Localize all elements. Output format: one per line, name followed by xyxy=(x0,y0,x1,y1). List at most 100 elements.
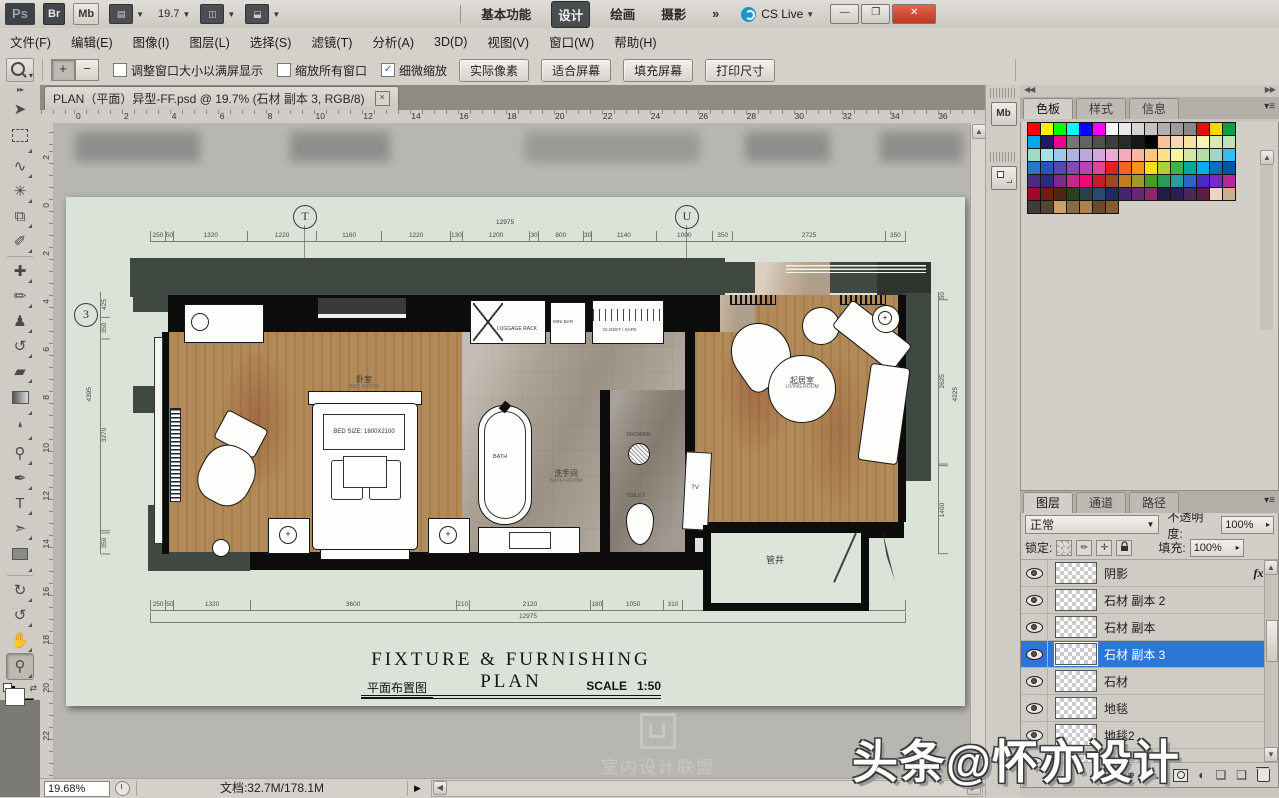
panel-menu-icon[interactable]: ▾≡ xyxy=(1264,495,1275,506)
swatch[interactable] xyxy=(1196,122,1210,136)
checkbox-box[interactable] xyxy=(277,63,291,77)
swatch[interactable] xyxy=(1118,135,1132,149)
menu-帮助[interactable]: 帮助(H) xyxy=(604,28,666,55)
scrollbar-thumb[interactable] xyxy=(1266,620,1278,662)
swatch[interactable] xyxy=(1092,148,1106,162)
swatch[interactable] xyxy=(1066,200,1080,214)
status-zoom-field[interactable]: 19.68% xyxy=(44,781,110,797)
swatch[interactable] xyxy=(1222,161,1236,175)
layer-thumbnail[interactable] xyxy=(1055,643,1097,665)
swatch[interactable] xyxy=(1170,122,1184,136)
swatch[interactable] xyxy=(1209,135,1223,149)
workspace-tab-设计[interactable]: 设计 xyxy=(551,1,590,28)
swatch[interactable] xyxy=(1092,174,1106,188)
menu-文件[interactable]: 文件(F) xyxy=(0,28,61,55)
swatch[interactable] xyxy=(1144,161,1158,175)
rectangular-marquee-tool[interactable] xyxy=(7,129,33,154)
status-popup-arrow[interactable]: ▶ xyxy=(414,783,421,794)
healing-brush-tool[interactable]: ✚ xyxy=(7,259,33,284)
scroll-up-icon[interactable]: ▲ xyxy=(1260,150,1274,165)
button-适合屏幕[interactable]: 适合屏幕 xyxy=(541,59,611,82)
menu-图像[interactable]: 图像(I) xyxy=(123,28,180,55)
swatch[interactable] xyxy=(1079,122,1093,136)
swatch[interactable] xyxy=(1157,174,1171,188)
swatch[interactable] xyxy=(1053,148,1067,162)
swatch[interactable] xyxy=(1131,148,1145,162)
swatch[interactable] xyxy=(1144,135,1158,149)
menu-滤镜[interactable]: 滤镜(T) xyxy=(301,28,362,55)
mini-bridge-panel-icon[interactable]: Mb xyxy=(991,102,1017,126)
swatch[interactable] xyxy=(1183,135,1197,149)
visibility-cell[interactable] xyxy=(1021,587,1048,613)
history-brush-tool[interactable]: ↺ xyxy=(7,334,33,359)
swatches-scrollbar[interactable]: ▲ xyxy=(1260,150,1273,330)
floor-plan-document[interactable]: T U 3 12975 2505013201220116012201301200… xyxy=(66,197,965,706)
swatch[interactable] xyxy=(1053,135,1067,149)
workspace-tab-基本功能[interactable]: 基本功能 xyxy=(475,1,537,28)
opacity-field[interactable]: 100%▸ xyxy=(1221,516,1274,534)
tab-样式[interactable]: 样式 xyxy=(1076,98,1126,119)
swatch[interactable] xyxy=(1222,174,1236,188)
view-extras-icon[interactable]: ▤ xyxy=(109,4,133,24)
swatch[interactable] xyxy=(1079,174,1093,188)
bridge-button[interactable]: Br xyxy=(43,3,65,25)
swatch[interactable] xyxy=(1105,161,1119,175)
eye-icon[interactable] xyxy=(1026,649,1043,660)
document-tab[interactable]: PLAN（平面）异型-FF.psd @ 19.7% (石材 副本 3, RGB/… xyxy=(44,86,399,110)
type-tool[interactable]: T xyxy=(7,491,33,516)
button-打印尺寸[interactable]: 打印尺寸 xyxy=(705,59,775,82)
eye-icon[interactable] xyxy=(1026,568,1043,579)
menu-3D[interactable]: 3D(D) xyxy=(424,31,477,53)
swatch[interactable] xyxy=(1183,161,1197,175)
foreground-color-swatch[interactable] xyxy=(5,688,25,706)
swatch[interactable] xyxy=(1079,135,1093,149)
swatch[interactable] xyxy=(1092,135,1106,149)
checkbox-细微缩放[interactable]: ✓细微缩放 xyxy=(381,62,447,79)
close-button[interactable]: ✕ xyxy=(892,4,936,24)
eye-icon[interactable] xyxy=(1026,703,1043,714)
swatch[interactable] xyxy=(1040,161,1054,175)
menu-视图[interactable]: 视图(V) xyxy=(477,28,539,55)
swatch[interactable] xyxy=(1027,135,1041,149)
eyedropper-tool[interactable]: ✐ xyxy=(7,229,33,254)
minimize-button[interactable]: — xyxy=(830,4,859,24)
layer-thumbnail[interactable] xyxy=(1055,562,1097,584)
swatch[interactable] xyxy=(1222,135,1236,149)
swatch[interactable] xyxy=(1170,135,1184,149)
swatch[interactable] xyxy=(1053,174,1067,188)
swatch[interactable] xyxy=(1066,187,1080,201)
restore-button[interactable]: ❐ xyxy=(861,4,890,24)
quick-selection-tool[interactable]: ✳ xyxy=(7,179,33,204)
swatch[interactable] xyxy=(1157,161,1171,175)
swatch[interactable] xyxy=(1170,187,1184,201)
layer-thumbnail[interactable] xyxy=(1055,697,1097,719)
swatch[interactable] xyxy=(1222,122,1236,136)
vertical-scrollbar[interactable]: ▲ ▼ xyxy=(970,123,986,778)
swatch[interactable] xyxy=(1131,135,1145,149)
swatch[interactable] xyxy=(1209,161,1223,175)
eye-icon[interactable] xyxy=(1026,676,1043,687)
swatch[interactable] xyxy=(1196,161,1210,175)
lock-position-icon[interactable]: ✛ xyxy=(1096,540,1112,556)
scroll-up-icon[interactable]: ▲ xyxy=(972,124,986,139)
lock-pixels-icon[interactable]: ✏ xyxy=(1076,540,1092,556)
button-实际像素[interactable]: 实际像素 xyxy=(459,59,529,82)
rectangle-tool[interactable] xyxy=(7,548,33,573)
clone-stamp-tool[interactable]: ♟ xyxy=(7,309,33,334)
swatch[interactable] xyxy=(1196,174,1210,188)
panel-grip[interactable] xyxy=(990,88,1017,98)
collapse-right-icon[interactable]: ▶▶ xyxy=(1265,85,1275,97)
swatch[interactable] xyxy=(1027,148,1041,162)
swatch[interactable] xyxy=(1157,187,1171,201)
swatch[interactable] xyxy=(1196,135,1210,149)
swatch[interactable] xyxy=(1040,187,1054,201)
eraser-tool[interactable]: ▰ xyxy=(7,359,33,384)
swatch[interactable] xyxy=(1209,187,1223,201)
swatch[interactable] xyxy=(1118,187,1132,201)
swatch[interactable] xyxy=(1053,200,1067,214)
swatch[interactable] xyxy=(1131,174,1145,188)
zoom-in-mode-button[interactable]: + xyxy=(51,59,75,81)
panel-menu-icon[interactable]: ▾≡ xyxy=(1264,101,1275,112)
fill-field[interactable]: 100%▸ xyxy=(1190,539,1244,557)
blend-mode-select[interactable]: 正常▼ xyxy=(1025,515,1159,534)
